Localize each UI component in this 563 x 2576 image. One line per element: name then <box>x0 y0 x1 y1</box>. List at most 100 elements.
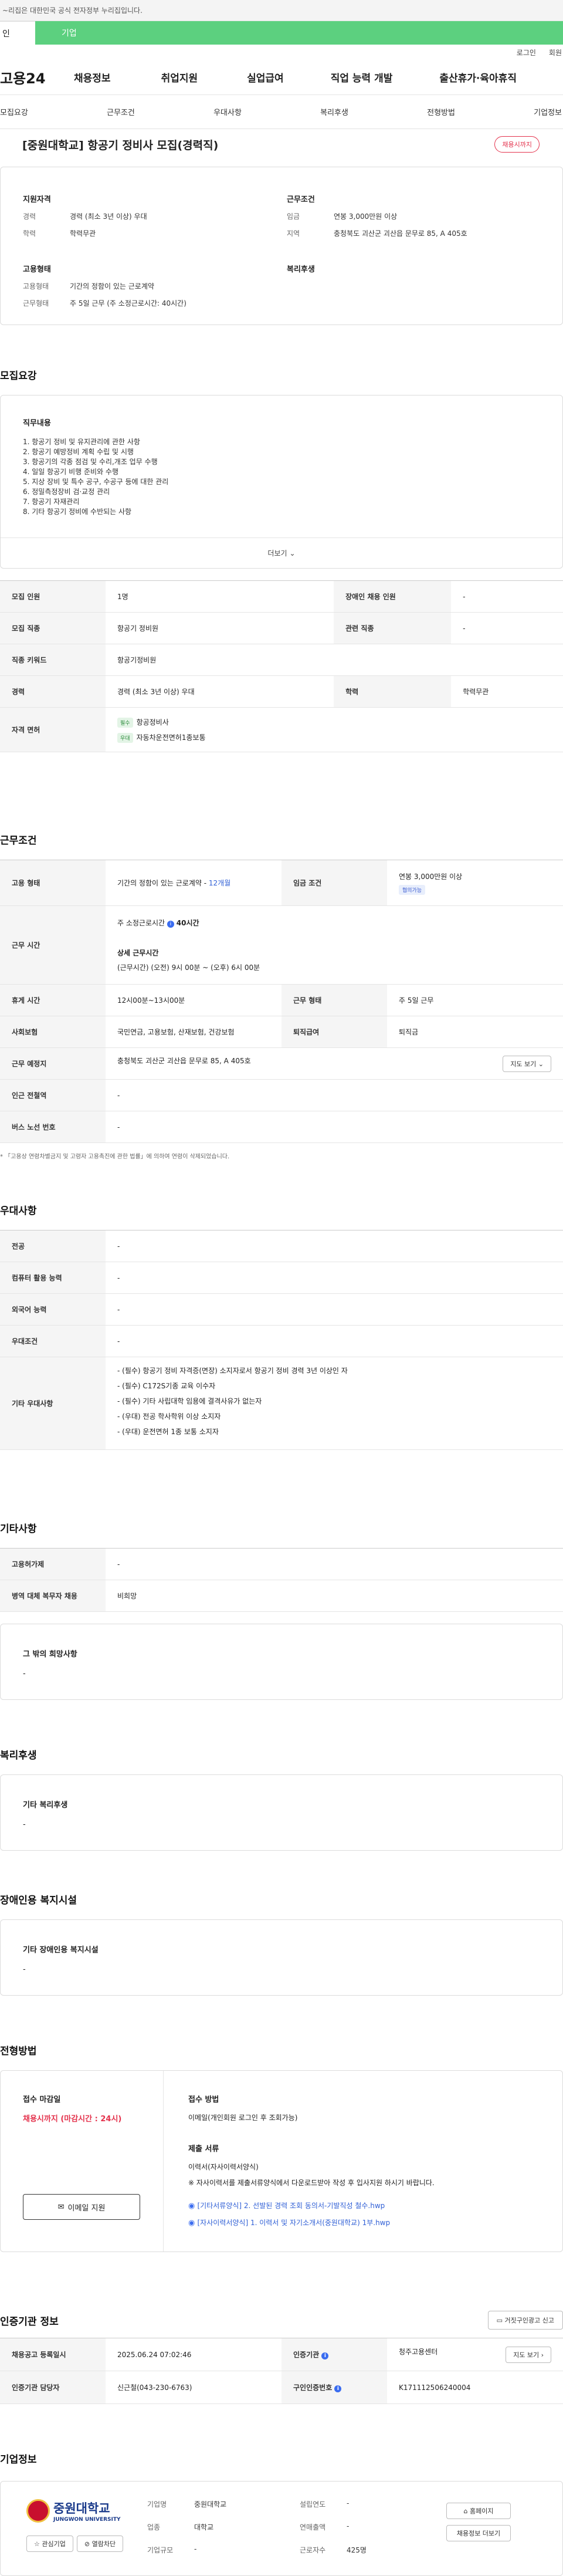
wish-box: 그 밖의 희망사항 - <box>0 1624 563 1700</box>
info-label: 연매출액 <box>300 2523 326 2531</box>
cell-value: 신근철(043-230-6763) <box>106 2371 282 2404</box>
mail-icon: ✉ <box>57 2202 65 2212</box>
gnb-jobs[interactable]: 채용정보 <box>74 70 111 84</box>
method-col: 접수 방법 이메일(개인회원 로그인 후 조회가능) 제출 서류 이력서(자사이… <box>164 2071 562 2252</box>
license-tag: 필수 <box>117 717 133 728</box>
block-button[interactable]: ⊘ 열람차단 <box>76 2536 124 2552</box>
email-apply-label: 이메일 지원 <box>67 2203 106 2213</box>
file-icon: ◉ <box>188 2202 195 2210</box>
map-button[interactable]: 지도 보기 ⌄ <box>503 1055 551 1072</box>
cell-value: 항공기 정비원 <box>106 612 334 644</box>
job-title-bar: [중원대학교] 항공기 정비사 모집(경력직) 채용시까지 <box>0 129 563 160</box>
place-value: 충청북도 괴산군 괴산읍 문무로 85, A 405호 <box>117 1056 251 1065</box>
method-title: 접수 방법 <box>188 2095 219 2104</box>
cell-label: 자격 면허 <box>0 707 106 752</box>
emp-value: 기간의 정함이 있는 근로계약 - <box>117 879 209 887</box>
gnb-unemployment[interactable]: 실업급여 <box>247 70 284 84</box>
subnav-recruit[interactable]: 모집요강 <box>0 106 28 117</box>
interest-button[interactable]: ☆ 관심기업 <box>26 2536 73 2552</box>
join-link[interactable]: 회원 <box>549 48 562 58</box>
work-form-value: 주 5일 근무 (주 소정근로시간: 40시간) <box>70 299 186 307</box>
region-row: 지역 충청북도 괴산군 괴산읍 문무로 85, A 405호 <box>287 228 467 238</box>
cell-label: 컴퓨터 활용 능력 <box>0 1262 106 1294</box>
docs-line2: ※ 자사이력서를 제출서류양식에서 다운로드받아 작성 후 입사지원 하시기 바… <box>188 2179 435 2187</box>
prefer-title: 우대사항 <box>0 1205 37 1217</box>
company-logo: 중원대학교 JUNGWON UNIVERSITY <box>26 2499 147 2523</box>
duty-item: 8. 기타 항공기 정비에 수반되는 사항 <box>23 508 132 516</box>
file-link[interactable]: ◉ [자사이력서양식] 1. 이력서 및 자기소개서(중원대학교) 1부.hwp <box>188 2217 562 2227</box>
duty-title: 직무내용 <box>23 419 51 428</box>
gov-notice: ~리집은 대한민국 공식 전자정부 누리집입니다. <box>2 6 143 15</box>
info-value: 대학교 <box>194 2523 214 2531</box>
report-label: 거짓구인광고 신고 <box>504 2317 554 2324</box>
deadline-value: 채용시까지 (마감시간 : 24시) <box>23 2115 122 2124</box>
subnav-welfare[interactable]: 복리후생 <box>320 106 348 117</box>
info-icon: i <box>167 921 174 928</box>
org-cell: 청주고용센터 지도 보기 › <box>387 2338 563 2371</box>
file-link[interactable]: ◉ [기타서류양식] 2. 선발된 경력 조회 동의서-기발직성 철수.hwp <box>188 2200 562 2210</box>
email-apply-button[interactable]: ✉ 이메일 지원 <box>23 2194 140 2220</box>
cell-label: 전공 <box>0 1230 106 1262</box>
wish-value: - <box>23 1669 26 1678</box>
edu-label: 학력 <box>23 229 36 238</box>
license-cell: 필수 항공정비사 우대 자동차운전면허1종보통 <box>106 707 563 752</box>
cell-label: 고용 형태 <box>0 860 106 906</box>
cell-label: 근무 시간 <box>0 905 106 985</box>
disability-title: 장애인용 복지시설 <box>0 1895 77 1906</box>
tab-person[interactable]: 인 <box>0 21 35 45</box>
company-box: 중원대학교 JUNGWON UNIVERSITY ☆ 관심기업 ⊘ 열람차단 기업… <box>0 2481 563 2576</box>
place-cell: 충청북도 괴산군 괴산읍 문무로 85, A 405호 지도 보기 ⌄ <box>106 1047 563 1080</box>
list-item: - (필수) 기타 사립대학 임용에 결격사유가 없는자 <box>117 1397 262 1405</box>
agency-table: 채용공고 등록일시 2025.06.24 07:02:46 인증기관 i 청주고용센터… <box>0 2338 563 2404</box>
cell-label: 인근 전철역 <box>0 1079 106 1111</box>
cell-value: - <box>106 1548 563 1580</box>
conditions-table: 고용 형태 기간의 정함이 있는 근로계약 - 12개월 임금 조건 연봉 3,000… <box>0 860 563 1143</box>
wage-label: 임금 <box>287 212 300 221</box>
agency-section: 인증기관 정보 ▭ 거짓구인광고 신고 채용공고 등록일시 2025.06.24 … <box>0 2311 563 2404</box>
hours-detail-title: 상세 근무시간 <box>117 949 159 957</box>
login-link[interactable]: 로그인 <box>517 48 536 58</box>
org-value: 청주고용센터 <box>399 2347 438 2356</box>
cell-value: 항공기정비원 <box>106 644 563 676</box>
other-table: 고용허가제 - 병역 대체 복무자 채용 비희망 <box>0 1548 563 1612</box>
welfare-section: 복리후생 기타 복리후생 - <box>0 1747 563 1851</box>
duty-item: 7. 항공기 자재관리 <box>23 498 80 506</box>
cell-value: 학력무관 <box>451 675 563 708</box>
agency-map-label: 지도 보기 <box>513 2351 540 2359</box>
cell-label: 근무 예정지 <box>0 1047 106 1080</box>
company-section: 기업정보 중원대학교 JUNGWON UNIVERSITY ☆ 관심기업 ⊘ 열람… <box>0 2451 563 2576</box>
cell-label: 기타 우대사항 <box>0 1357 106 1450</box>
more-jobs-button[interactable]: 채용정보 더보기 <box>446 2525 511 2541</box>
subnav-company[interactable]: 기업정보 <box>534 106 562 117</box>
cell-value: - <box>451 612 563 644</box>
method-value: 이메일(개인회원 로그인 후 조회가능) <box>188 2114 298 2122</box>
more-button[interactable]: 더보기 ⌄ <box>1 537 562 568</box>
subnav-conditions[interactable]: 근무조건 <box>107 106 135 117</box>
homepage-button[interactable]: ⌂ 홈페이지 <box>446 2503 511 2519</box>
agency-map-button[interactable]: 지도 보기 › <box>506 2346 551 2363</box>
wage-value: 연봉 3,000만원 이상 <box>399 872 463 881</box>
subnav-selection[interactable]: 전형방법 <box>427 106 455 117</box>
map-button-label: 지도 보기 <box>510 1060 537 1068</box>
selection-section: 전형방법 접수 마감일 채용시까지 (마감시간 : 24시) ✉ 이메일 지원 접… <box>0 2043 563 2252</box>
report-button[interactable]: ▭ 거짓구인광고 신고 <box>487 2311 563 2330</box>
info-value: - <box>194 2545 197 2553</box>
region-value: 충청북도 괴산군 괴산읍 문무로 85, A 405호 <box>334 229 467 238</box>
gnb-training[interactable]: 직업 능력 개발 <box>331 70 393 84</box>
site-logo[interactable]: 고용24 <box>0 67 74 87</box>
cell-value: K171112506240004 <box>387 2371 563 2404</box>
duty-box: 직무내용 1. 항공기 정비 및 유지관리에 관한 사항 2. 항공기 예방정비… <box>0 395 563 569</box>
block-icon: ⊘ <box>84 2540 90 2548</box>
logo-ko: 중원대학교 <box>53 2501 110 2516</box>
selection-title: 전형방법 <box>0 2046 37 2057</box>
company-logo-col: 중원대학교 JUNGWON UNIVERSITY ☆ 관심기업 ⊘ 열람차단 <box>1 2499 147 2575</box>
edu-value: 학력무관 <box>70 229 96 238</box>
tab-company[interactable]: 기업 <box>35 21 563 45</box>
info-label: 기업규모 <box>147 2546 174 2554</box>
gnb-leave[interactable]: 출산휴가·육아휴직 <box>439 70 517 84</box>
subnav-prefer[interactable]: 우대사항 <box>213 106 242 117</box>
file-icon: ◉ <box>188 2219 195 2227</box>
gnb-employment-support[interactable]: 취업지원 <box>161 70 198 84</box>
chevron-down-icon: ⌄ <box>289 549 296 557</box>
info-icon: i <box>334 2385 342 2392</box>
